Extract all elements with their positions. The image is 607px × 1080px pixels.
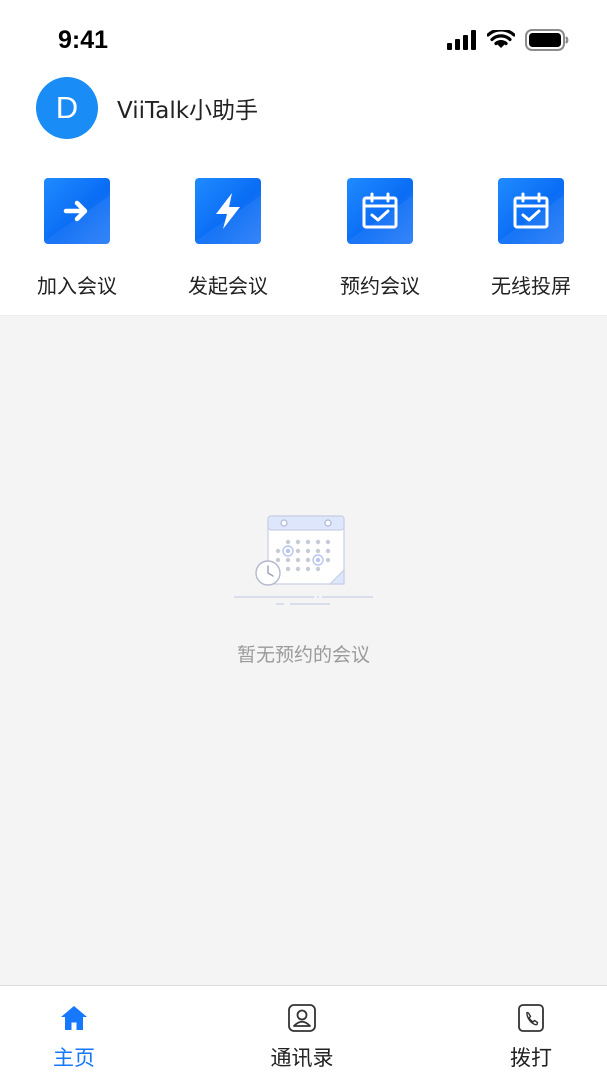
tab-home-label: 主页 (53, 1046, 95, 1070)
tab-contacts-label: 通讯录 (270, 1046, 334, 1070)
user-name: ViiTalk小助手 (117, 98, 259, 124)
calendar-check-icon (498, 178, 564, 244)
lightning-icon (195, 178, 261, 244)
wireless-cast-label: 无线投屏 (491, 274, 571, 298)
join-meeting-label: 加入会议 (37, 274, 117, 298)
wireless-cast-button[interactable]: 无线投屏 (471, 176, 591, 300)
tab-dial[interactable]: 拨打 (461, 986, 601, 1080)
arrow-right-icon (44, 178, 110, 244)
wifi-icon (487, 30, 515, 48)
home-icon (61, 1006, 87, 1030)
calendar-clock-illustration (234, 515, 373, 605)
status-time: 9:41 (58, 26, 109, 54)
schedule-meeting-label: 预约会议 (340, 274, 420, 298)
avatar[interactable]: D (36, 77, 98, 139)
quick-actions: 加入会议 发起会议 预约会议 无线投屏 (0, 176, 607, 298)
cellular-signal-icon (447, 30, 476, 50)
calendar-check-icon (347, 178, 413, 244)
start-meeting-button[interactable]: 发起会议 (168, 176, 288, 300)
tab-dial-label: 拨打 (510, 1046, 552, 1070)
bottom-tab-bar: 主页 通讯录 拨打 (0, 985, 607, 1080)
phone-icon (518, 1004, 544, 1032)
schedule-meeting-button[interactable]: 预约会议 (320, 176, 440, 300)
start-meeting-label: 发起会议 (188, 274, 268, 298)
status-icons (447, 29, 569, 51)
tab-home[interactable]: 主页 (4, 986, 144, 1080)
empty-state-text: 暂无预约的会议 (236, 644, 370, 666)
tab-contacts[interactable]: 通讯录 (232, 986, 372, 1080)
battery-icon (525, 29, 569, 51)
join-meeting-button[interactable]: 加入会议 (17, 176, 137, 300)
user-header[interactable]: D ViiTalk小助手 (36, 77, 258, 139)
contacts-icon (288, 1004, 316, 1032)
home-screen: 9:41 D ViiTalk小助手 加入会议 发起会议 预约会议 无线投屏 暂无… (0, 0, 607, 1080)
status-bar: 9:41 (0, 0, 607, 72)
meeting-list[interactable]: 暂无预约的会议 (0, 315, 607, 985)
